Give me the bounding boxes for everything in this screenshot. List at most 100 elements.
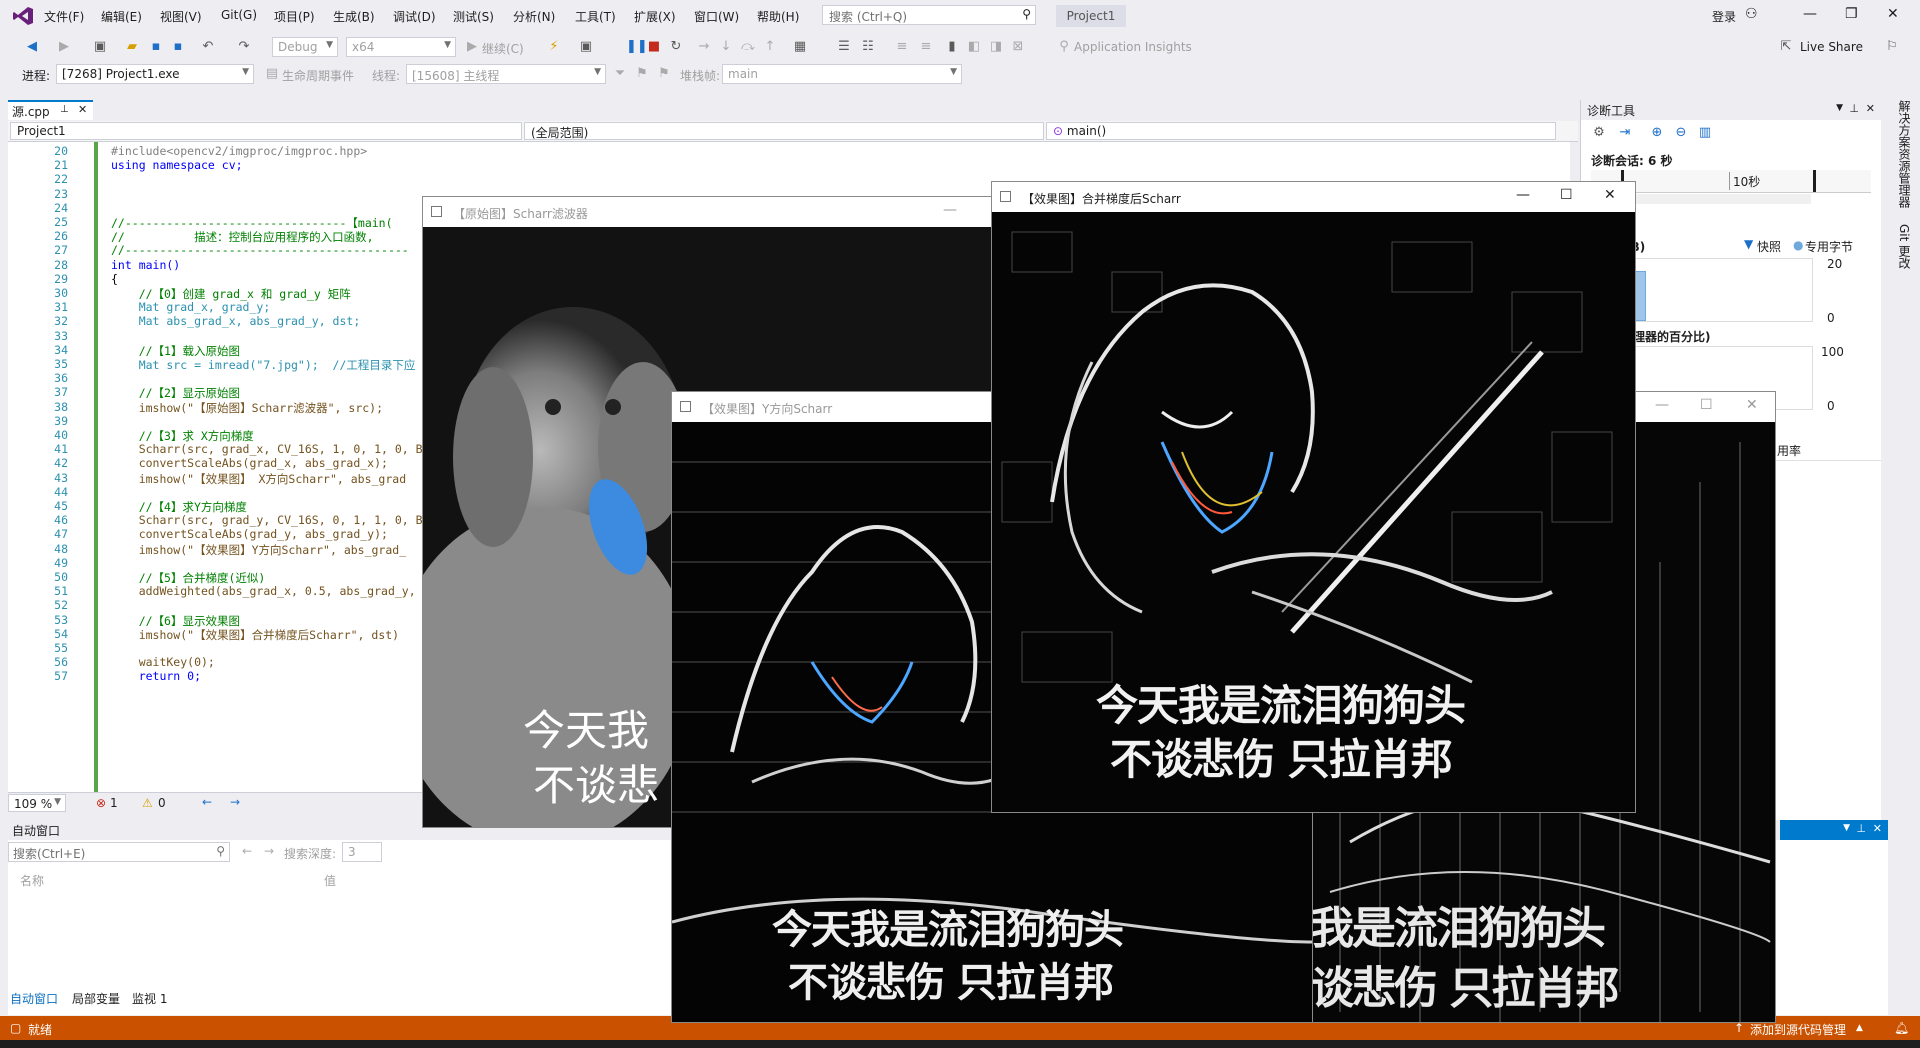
code-line[interactable]: int main() <box>111 258 180 272</box>
code-line[interactable]: return 0; <box>111 669 201 683</box>
global-search-input[interactable]: 搜索 (Ctrl+Q) ⚲ <box>822 5 1036 25</box>
feedback-icon[interactable]: ⚐ <box>1884 39 1900 55</box>
code-line[interactable]: Scharr(src, grad_y, CV_16S, 0, 1, 1, 0, … <box>111 513 423 527</box>
close-icon[interactable]: ✕ <box>1873 822 1882 835</box>
menu-build[interactable]: 生成(B) <box>333 8 375 25</box>
panel-menu-icon[interactable]: ▼ <box>1843 823 1850 833</box>
insights-icon[interactable]: ⚲ <box>1056 39 1072 55</box>
chart-icon[interactable]: ▥ <box>1697 125 1713 141</box>
minimize-icon[interactable]: — <box>1803 6 1817 22</box>
original-window-titlebar[interactable]: 【原始图】Scharr滤波器 — <box>423 197 1023 227</box>
code-line[interactable]: #include<opencv2/imgproc/imgproc.hpp> <box>111 144 367 158</box>
menu-debug[interactable]: 调试(D) <box>393 8 436 25</box>
code-line[interactable]: imshow("【效果图】合并梯度后Scharr", dst) <box>111 627 399 643</box>
flag-all-icon[interactable]: ⚑ <box>656 66 672 82</box>
zoom-out-icon[interactable]: ⊖ <box>1673 125 1689 141</box>
minimize-icon[interactable]: — <box>1516 187 1530 203</box>
application-insights-button[interactable]: Application Insights <box>1074 40 1192 54</box>
autos-search-input[interactable]: 搜索(Ctrl+E) ⚲ <box>8 842 230 862</box>
pause-icon[interactable]: ❚❚ <box>626 39 648 55</box>
warning-icon[interactable]: ⚠ <box>142 796 153 810</box>
menu-view[interactable]: 视图(V) <box>160 8 202 25</box>
undo-icon[interactable]: ↶ <box>200 39 216 55</box>
close-icon[interactable]: ✕ <box>1604 187 1616 203</box>
close-icon[interactable]: ✕ <box>1887 6 1899 22</box>
pin-icon[interactable]: ⊥ <box>1849 102 1859 115</box>
menu-analyze[interactable]: 分析(N) <box>513 8 555 25</box>
lifecycle-icon[interactable]: ▤ <box>264 66 280 82</box>
thread-dropdown[interactable]: [15608] 主线程 ▼ <box>406 64 606 84</box>
search-forward-icon[interactable]: → <box>264 844 274 858</box>
code-line[interactable]: Mat src = imread("7.jpg"); //工程目录下应 <box>111 357 416 373</box>
code-line[interactable]: //--------------------------------------… <box>111 243 409 257</box>
code-line[interactable]: { <box>111 272 118 286</box>
step-into-icon[interactable]: ↓ <box>718 39 734 55</box>
error-icon[interactable]: ⊗ <box>96 796 106 810</box>
live-share-icon[interactable]: ⇱ <box>1778 39 1794 55</box>
comment-icon[interactable]: ≡ <box>894 39 910 55</box>
menu-tools[interactable]: 工具(T) <box>575 8 616 25</box>
panel-menu-icon[interactable]: ▼ <box>1836 103 1843 113</box>
menu-git[interactable]: Git(G) <box>221 8 257 22</box>
clear-bookmarks-icon[interactable]: ⊠ <box>1010 39 1026 55</box>
prev-issue-icon[interactable]: ← <box>202 795 212 809</box>
solution-explorer-tab[interactable]: 解决方案资源管理器 <box>1896 100 1913 208</box>
tab-source-cpp[interactable]: 源.cpp ⊥ ✕ <box>8 100 93 120</box>
new-project-icon[interactable]: ▣ <box>92 39 108 55</box>
continue-button[interactable]: 继续(C) <box>482 40 524 57</box>
code-line[interactable]: waitKey(0); <box>111 655 215 669</box>
menu-window[interactable]: 窗口(W) <box>694 8 739 25</box>
zoom-dropdown[interactable]: 109 % ▼ <box>8 794 66 812</box>
bookmark-icon[interactable]: ▮ <box>944 39 960 55</box>
minimize-icon[interactable]: — <box>1655 397 1669 413</box>
menu-project[interactable]: 项目(P) <box>274 8 315 25</box>
code-line[interactable]: Scharr(src, grad_x, CV_16S, 1, 0, 1, 0, … <box>111 442 423 456</box>
continue-icon[interactable]: ▶ <box>464 39 480 55</box>
minimize-icon[interactable]: — <box>943 202 957 218</box>
code-line[interactable]: Mat abs_grad_x, abs_grad_y, dst; <box>111 314 361 328</box>
prev-bookmark-icon[interactable]: ◧ <box>966 39 982 55</box>
search-depth-dropdown[interactable]: 3 <box>342 842 382 862</box>
uncomment-icon[interactable]: ≡ <box>918 39 934 55</box>
chevron-up-icon[interactable]: ▲ <box>1856 1023 1863 1033</box>
code-line[interactable]: using namespace cv; <box>111 158 243 172</box>
tab-autos[interactable]: 自动窗口 <box>10 990 58 1007</box>
open-folder-icon[interactable]: ▰ <box>124 39 140 55</box>
notifications-icon[interactable]: 🔔︎ <box>1894 1021 1909 1035</box>
code-line[interactable]: imshow("【原始图】Scharr滤波器", src); <box>111 400 383 416</box>
code-line[interactable]: imshow("【效果图】Y方向Scharr", abs_grad_ <box>111 542 406 558</box>
search-back-icon[interactable]: ← <box>242 844 252 858</box>
save-all-icon[interactable]: ▪ <box>170 39 186 55</box>
maximize-icon[interactable]: ☐ <box>1560 187 1573 203</box>
redo-icon[interactable]: ↷ <box>236 39 252 55</box>
git-changes-tab[interactable]: Git 更改 <box>1896 224 1913 269</box>
menu-file[interactable]: 文件(F) <box>44 8 84 25</box>
next-bookmark-icon[interactable]: ◨ <box>988 39 1004 55</box>
merged-gradient-window[interactable]: 【效果图】合并梯度后Scharr — ☐ ✕ 今天我是流泪狗狗头 不谈悲伤 只拉… <box>992 182 1635 812</box>
account-icon[interactable]: ⚇ <box>1745 6 1758 22</box>
hex-display-icon[interactable]: ▦ <box>792 39 808 55</box>
menu-test[interactable]: 测试(S) <box>453 8 494 25</box>
tab-locals[interactable]: 局部变量 <box>72 990 120 1007</box>
project-nav-dropdown[interactable]: Project1 <box>10 122 522 140</box>
menu-help[interactable]: 帮助(H) <box>757 8 799 25</box>
pin-icon[interactable]: ⊥ <box>1856 822 1866 835</box>
code-line[interactable]: convertScaleAbs(grad_y, abs_grad_y); <box>111 527 388 541</box>
code-line[interactable]: imshow("【效果图】 X方向Scharr", abs_grad <box>111 471 406 487</box>
close-icon[interactable]: ✕ <box>1746 397 1758 413</box>
hot-reload-icon[interactable]: ⚡ <box>546 39 562 55</box>
code-line[interactable]: addWeighted(abs_grad_x, 0.5, abs_grad_y, <box>111 584 416 598</box>
lifecycle-events-button[interactable]: 生命周期事件 <box>282 67 354 84</box>
process-dropdown[interactable]: [7268] Project1.exe ▼ <box>56 64 254 84</box>
parallel-stacks-icon[interactable]: ☷ <box>860 39 876 55</box>
export-icon[interactable]: ⇥ <box>1617 125 1633 141</box>
filter-icon[interactable]: ⏷ <box>612 66 628 82</box>
save-icon[interactable]: ▪ <box>148 39 164 55</box>
close-icon[interactable]: ✕ <box>1866 102 1875 115</box>
merged-gradient-titlebar[interactable]: 【效果图】合并梯度后Scharr — ☐ ✕ <box>992 182 1635 212</box>
code-line[interactable]: convertScaleAbs(grad_x, abs_grad_x); <box>111 456 388 470</box>
scope-nav-dropdown[interactable]: (全局范围) <box>524 122 1044 140</box>
maximize-icon[interactable]: ☐ <box>1700 397 1713 413</box>
next-issue-icon[interactable]: → <box>230 795 240 809</box>
threads-icon[interactable]: ☰ <box>836 39 852 55</box>
